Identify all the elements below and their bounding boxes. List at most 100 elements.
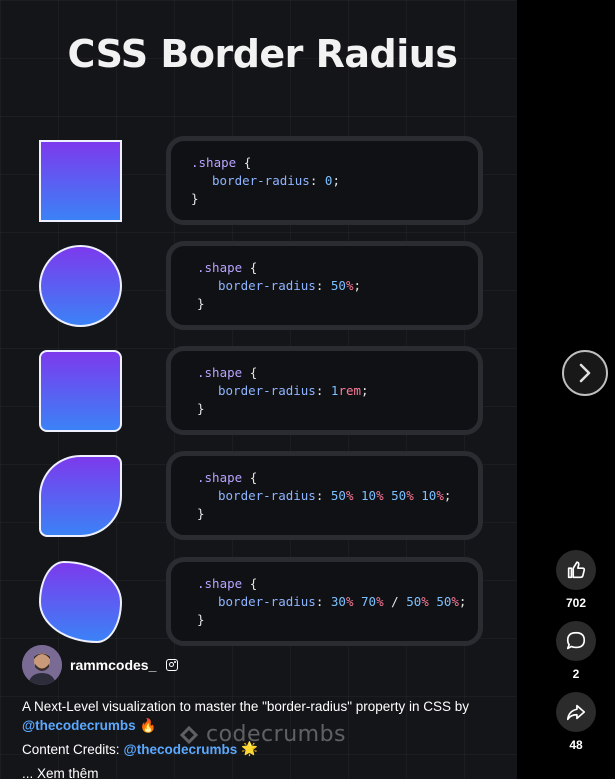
code-close-brace: } — [197, 401, 205, 416]
code-close-brace: } — [197, 612, 205, 627]
caption-mention-link[interactable]: @thecodecrumbs — [22, 718, 136, 733]
code-line-close: } — [197, 611, 466, 629]
like-button[interactable] — [556, 550, 596, 590]
code-card: .shape {border-radius: 50% 10% 50% 10%;} — [166, 451, 483, 540]
code-value-number: 50 — [406, 594, 422, 609]
code-open-brace: { — [249, 576, 258, 591]
code-value-unit: % — [376, 594, 384, 609]
code-open-brace: { — [243, 155, 252, 170]
code-line-selector: .shape { — [197, 364, 369, 382]
code-value-unit: % — [345, 594, 354, 609]
content-credits: Content Credits: @thecodecrumbs 🌟 — [22, 741, 258, 757]
like-action: 702 — [556, 550, 596, 610]
code-property: border-radius — [212, 173, 310, 188]
code-line-close: } — [191, 190, 340, 208]
code-line-declaration: border-radius: 1rem; — [218, 383, 369, 398]
code-line-close: } — [197, 295, 361, 313]
code-value-number: 10 — [361, 488, 377, 503]
code-snippet: .shape {border-radius: 50% 10% 50% 10%;} — [197, 469, 451, 523]
code-snippet: .shape {border-radius: 0;} — [191, 154, 340, 208]
code-line-declaration: border-radius: 50%; — [218, 278, 362, 293]
code-value-separator: / — [383, 594, 407, 609]
code-card: .shape {border-radius: 30% 70% / 50% 50%… — [166, 557, 483, 646]
code-line-close: } — [197, 505, 451, 523]
credits-label: Content Credits: — [22, 741, 120, 757]
code-value-unit: % — [436, 488, 444, 503]
thumbs-up-icon — [567, 561, 586, 579]
code-value-unit: rem — [338, 383, 362, 398]
code-value-number: 50 — [330, 488, 346, 503]
code-selector: .shape — [197, 260, 243, 275]
code-line-declaration: border-radius: 30% 70% / 50% 50%; — [218, 594, 467, 609]
code-line-close: } — [197, 400, 369, 418]
code-value-separator — [354, 488, 362, 503]
avatar[interactable] — [22, 645, 62, 685]
comment-button[interactable] — [556, 621, 596, 661]
code-selector: .shape — [197, 576, 243, 591]
comment-count: 2 — [572, 667, 580, 681]
code-close-brace: } — [191, 191, 199, 206]
shape-square — [39, 140, 122, 222]
code-open-brace: { — [249, 365, 258, 380]
code-line-selector: .shape { — [197, 575, 466, 593]
code-value-number: 10 — [421, 488, 437, 503]
code-value-number: 50 — [436, 594, 452, 609]
code-selector: .shape — [197, 365, 243, 380]
next-video-button[interactable] — [562, 350, 608, 396]
code-line-declaration: border-radius: 50% 10% 50% 10%; — [218, 488, 452, 503]
code-snippet: .shape {border-radius: 1rem;} — [197, 364, 369, 418]
code-value-unit: % — [345, 488, 354, 503]
shape-blob — [39, 561, 122, 643]
code-value-number: 0 — [324, 173, 333, 188]
code-line-selector: .shape { — [191, 154, 340, 172]
code-open-brace: { — [249, 260, 258, 275]
code-card: .shape {border-radius: 50%;} — [166, 241, 483, 330]
code-close-brace: } — [197, 506, 205, 521]
instagram-icon — [166, 659, 179, 671]
code-property: border-radius — [218, 594, 316, 609]
fire-emoji-icon: 🔥 — [139, 718, 157, 733]
code-open-brace: { — [249, 470, 258, 485]
share-action: 48 — [556, 692, 596, 752]
share-count: 48 — [569, 738, 583, 752]
code-close-brace: } — [197, 296, 205, 311]
video-caption: A Next-Level visualization to master the… — [22, 697, 512, 735]
code-value-separator — [354, 594, 362, 609]
author-row: rammcodes_ — [22, 645, 179, 685]
code-value-unit: % — [451, 594, 459, 609]
comment-bubble-icon — [566, 631, 586, 650]
code-value-number: 50 — [330, 278, 346, 293]
code-property: border-radius — [218, 488, 316, 503]
caption-text: A Next-Level visualization to master the… — [22, 699, 470, 714]
code-selector: .shape — [197, 470, 243, 485]
like-count: 702 — [565, 596, 587, 610]
code-snippet: .shape {border-radius: 30% 70% / 50% 50%… — [197, 575, 466, 629]
see-more-link[interactable]: ... Xem thêm — [22, 766, 99, 779]
code-property: border-radius — [218, 383, 316, 398]
code-snippet: .shape {border-radius: 50%;} — [197, 259, 361, 313]
chevron-right-icon — [579, 363, 591, 383]
code-card: .shape {border-radius: 0;} — [166, 136, 483, 225]
share-arrow-icon — [566, 704, 586, 721]
share-button[interactable] — [556, 692, 596, 732]
code-selector: .shape — [191, 155, 237, 170]
star-emoji-icon: 🌟 — [241, 741, 259, 756]
code-value-number: 70 — [361, 594, 377, 609]
code-value-number: 50 — [391, 488, 407, 503]
video-title: CSS Border Radius — [67, 32, 458, 76]
code-line-declaration: border-radius: 0; — [212, 173, 340, 188]
code-value-unit: % — [376, 488, 384, 503]
author-username[interactable]: rammcodes_ — [70, 657, 156, 673]
code-value-number: 30 — [330, 594, 346, 609]
shape-rounded-square — [39, 350, 122, 432]
comment-action: 2 — [556, 621, 596, 681]
shape-leaf — [39, 455, 122, 537]
code-line-selector: .shape { — [197, 259, 361, 277]
code-line-selector: .shape { — [197, 469, 451, 487]
shape-circle — [39, 245, 122, 327]
code-value-unit: % — [406, 488, 414, 503]
code-property: border-radius — [218, 278, 316, 293]
code-card: .shape {border-radius: 1rem;} — [166, 346, 483, 435]
code-value-unit: % — [421, 594, 429, 609]
credits-mention-link[interactable]: @thecodecrumbs — [124, 742, 238, 757]
